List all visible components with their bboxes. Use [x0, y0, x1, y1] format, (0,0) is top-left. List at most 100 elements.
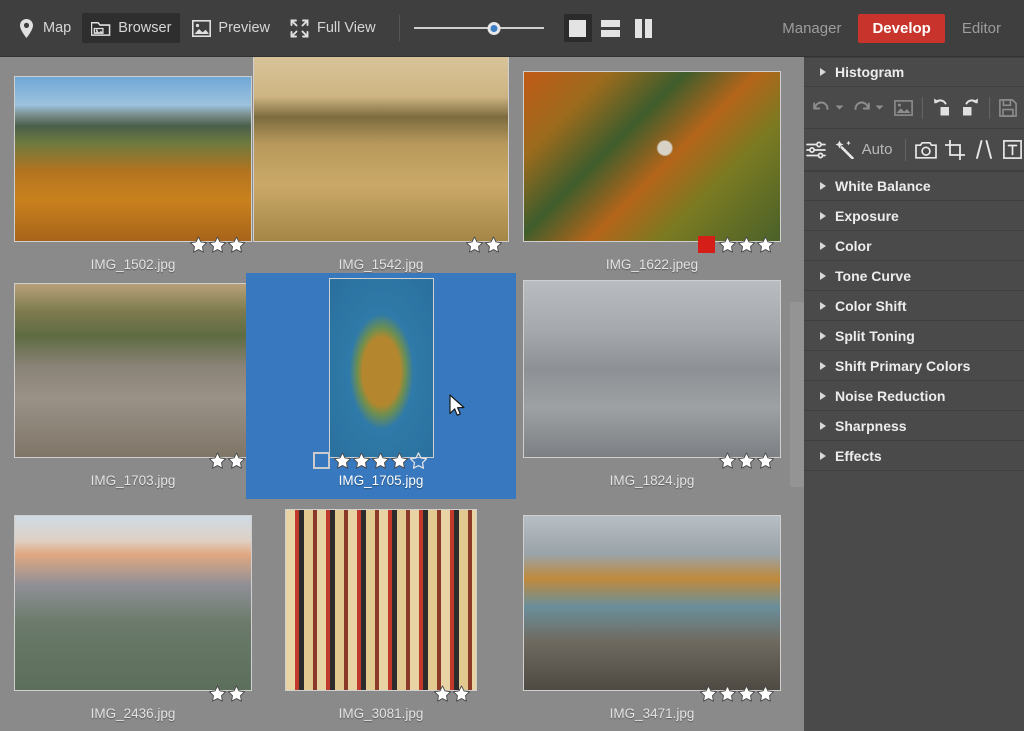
toolbar-button-full-view-label: Full View: [317, 20, 376, 36]
adjustments-button[interactable]: [806, 141, 827, 159]
view-mode-vertical-split[interactable]: [630, 14, 658, 42]
star-empty-icon[interactable]: [410, 452, 427, 469]
view-mode-horizontal-split[interactable]: [597, 14, 625, 42]
panel-section-shift-primary-colors[interactable]: Shift Primary Colors: [804, 351, 1024, 381]
toolbar-button-map[interactable]: Map: [7, 13, 80, 43]
reset-image-button[interactable]: [894, 100, 913, 116]
slider-track: [414, 27, 544, 29]
thumbnail-filename: IMG_3081.jpg: [339, 691, 424, 731]
toolbar-button-preview[interactable]: Preview: [182, 13, 279, 43]
slider-thumb[interactable]: [488, 22, 501, 35]
thumbnail-cell[interactable]: IMG_1542.jpg: [246, 57, 516, 283]
panel-section-label: Noise Reduction: [835, 388, 945, 404]
thumbnail-cell[interactable]: IMG_1705.jpg: [246, 273, 516, 499]
panel-splitter[interactable]: [790, 57, 804, 731]
perspective-button[interactable]: [974, 140, 994, 159]
thumbnail-cell[interactable]: IMG_2436.jpg: [0, 503, 266, 731]
thumbnail-cell[interactable]: IMG_1622.jpeg: [519, 57, 785, 283]
star-filled-icon[interactable]: [334, 452, 351, 469]
star-filled-icon[interactable]: [757, 685, 774, 702]
star-filled-icon[interactable]: [738, 236, 755, 253]
tab-editor[interactable]: Editor: [948, 14, 1015, 43]
thumbnail-cell[interactable]: IMG_3471.jpg: [519, 503, 785, 731]
toolbar-button-browser-label: Browser: [118, 20, 171, 36]
panel-section-tone-curve[interactable]: Tone Curve: [804, 261, 1024, 291]
thumbnail-image[interactable]: [14, 76, 252, 242]
toolbar-divider: [905, 139, 906, 161]
chevron-right-icon: [820, 422, 826, 430]
star-filled-icon[interactable]: [372, 452, 389, 469]
splitter-handle[interactable]: [790, 302, 804, 487]
application-window: Map Browser: [0, 0, 1024, 731]
star-filled-icon[interactable]: [738, 452, 755, 469]
thumbnail-image[interactable]: [523, 280, 781, 458]
thumbnail-cell[interactable]: IMG_1703.jpg: [0, 273, 266, 499]
view-mode-single[interactable]: [564, 14, 592, 42]
thumbnail-image[interactable]: [285, 509, 477, 691]
auto-button[interactable]: Auto: [858, 141, 897, 158]
panel-section-color[interactable]: Color: [804, 231, 1024, 261]
thumbnail-image[interactable]: [523, 515, 781, 691]
tab-manager[interactable]: Manager: [768, 14, 855, 43]
thumbnail-image[interactable]: [14, 283, 252, 458]
thumbnail-image-wrapper: [0, 503, 266, 691]
panel-section-noise-reduction[interactable]: Noise Reduction: [804, 381, 1024, 411]
thumbnail-image[interactable]: [523, 71, 781, 242]
rotate-right-button[interactable]: [958, 98, 980, 117]
top-toolbar: Map Browser: [0, 0, 1024, 57]
redo-dropdown[interactable]: [875, 104, 884, 111]
thumbnail-browser[interactable]: IMG_1502.jpgIMG_1542.jpgIMG_1622.jpegIMG…: [0, 57, 790, 731]
thumbnail-image[interactable]: [253, 57, 509, 242]
star-filled-icon[interactable]: [434, 685, 451, 702]
color-label-badge-empty[interactable]: [313, 452, 330, 469]
star-filled-icon[interactable]: [190, 236, 207, 253]
panel-section-sharpness[interactable]: Sharpness: [804, 411, 1024, 441]
thumbnail-size-slider[interactable]: [414, 18, 544, 38]
star-filled-icon[interactable]: [228, 685, 245, 702]
panel-section-effects[interactable]: Effects: [804, 441, 1024, 471]
star-filled-icon[interactable]: [453, 685, 470, 702]
star-filled-icon[interactable]: [719, 685, 736, 702]
star-filled-icon[interactable]: [738, 685, 755, 702]
star-filled-icon[interactable]: [719, 236, 736, 253]
thumbnail-cell[interactable]: IMG_3081.jpg: [246, 503, 516, 731]
star-filled-icon[interactable]: [209, 236, 226, 253]
text-overlay-button[interactable]: [1003, 140, 1022, 159]
thumbnail-image[interactable]: [329, 278, 434, 458]
tab-develop[interactable]: Develop: [858, 14, 944, 43]
star-filled-icon[interactable]: [228, 236, 245, 253]
star-filled-icon[interactable]: [209, 452, 226, 469]
camera-profile-button[interactable]: [915, 141, 937, 159]
magic-wand-button[interactable]: [834, 140, 854, 159]
thumbnail-image[interactable]: [14, 515, 252, 691]
thumbnail-image-wrapper: [519, 57, 785, 242]
star-filled-icon[interactable]: [757, 452, 774, 469]
panel-section-white-balance[interactable]: White Balance: [804, 171, 1024, 201]
star-filled-icon[interactable]: [719, 452, 736, 469]
chevron-right-icon: [820, 362, 826, 370]
undo-button[interactable]: [812, 100, 831, 116]
star-filled-icon[interactable]: [757, 236, 774, 253]
undo-dropdown[interactable]: [835, 104, 844, 111]
crop-button[interactable]: [945, 140, 965, 160]
redo-button[interactable]: [852, 100, 871, 116]
single-pane-icon: [569, 20, 586, 37]
panel-section-histogram[interactable]: Histogram: [804, 57, 1024, 87]
toolbar-button-full-view[interactable]: Full View: [281, 13, 385, 43]
thumbnail-cell[interactable]: IMG_1824.jpg: [519, 273, 785, 499]
star-filled-icon[interactable]: [228, 452, 245, 469]
rotate-left-button[interactable]: [932, 98, 954, 117]
star-filled-icon[interactable]: [353, 452, 370, 469]
panel-section-exposure[interactable]: Exposure: [804, 201, 1024, 231]
star-filled-icon[interactable]: [391, 452, 408, 469]
panel-section-color-shift[interactable]: Color Shift: [804, 291, 1024, 321]
star-filled-icon[interactable]: [700, 685, 717, 702]
star-filled-icon[interactable]: [466, 236, 483, 253]
thumbnail-cell[interactable]: IMG_1502.jpg: [0, 57, 266, 283]
panel-section-split-toning[interactable]: Split Toning: [804, 321, 1024, 351]
star-filled-icon[interactable]: [209, 685, 226, 702]
toolbar-button-browser[interactable]: Browser: [82, 13, 180, 43]
color-label-badge[interactable]: [698, 236, 715, 253]
save-button[interactable]: [999, 99, 1017, 117]
star-filled-icon[interactable]: [485, 236, 502, 253]
